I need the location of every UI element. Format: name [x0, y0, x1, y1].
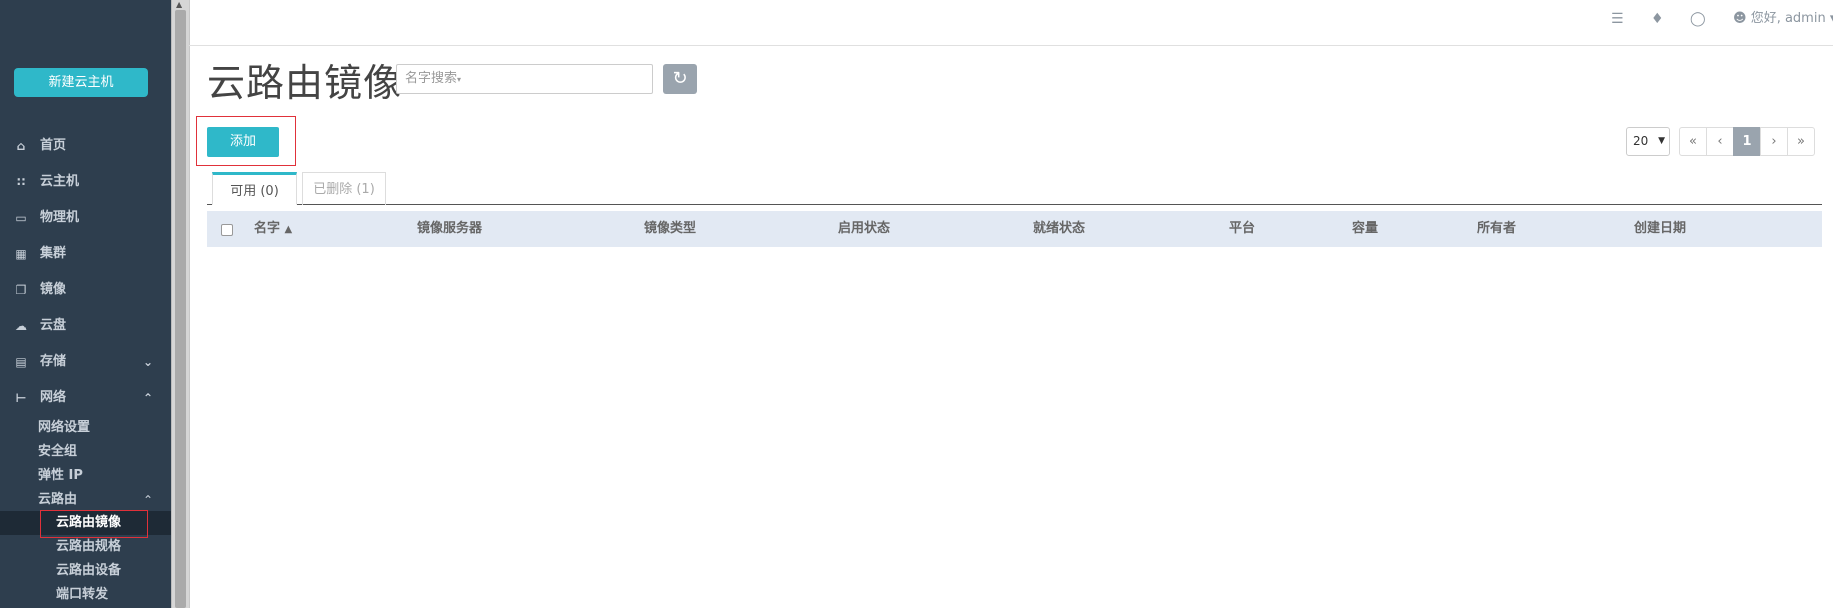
col-image-type[interactable]: 镜像类型: [644, 211, 696, 247]
search-placeholder: 名字搜索: [405, 71, 458, 86]
refresh-icon: ↻: [672, 68, 688, 89]
user-icon: ☻: [1733, 11, 1747, 26]
scrollbar-thumb[interactable]: [175, 10, 186, 608]
sidebar-item-label: 物理机: [40, 210, 80, 225]
sidebar-item-label: 集群: [40, 246, 67, 261]
sidebar-item-home[interactable]: ⌂ 首页: [0, 128, 171, 164]
user-menu[interactable]: ☻ 您好, admin ▾: [1733, 0, 1833, 38]
chevron-up-icon: ⌃: [143, 391, 154, 405]
first-page-button[interactable]: «: [1679, 127, 1707, 156]
list-icon[interactable]: ☰: [1611, 0, 1624, 38]
refresh-button[interactable]: ↻: [663, 64, 697, 94]
page-size-select[interactable]: 20 ▼: [1626, 127, 1670, 156]
sidebar-item-storage[interactable]: ▤ 存储 ⌄: [0, 344, 171, 380]
sort-asc-icon: ▲: [284, 224, 293, 235]
chevron-up-icon: ⌃: [143, 493, 154, 507]
sidebar-subitem-port-forwarding[interactable]: 端口转发: [56, 583, 108, 607]
sidebar: 新建云主机 ⌂ 首页 ∷ 云主机 ▭ 物理机 ▦ 集群 ❐ 镜像 ☁ 云盘 ▤ …: [0, 0, 171, 608]
col-size[interactable]: 容量: [1352, 211, 1378, 247]
sidebar-item-vm[interactable]: ∷ 云主机: [0, 164, 171, 200]
sidebar-item-network[interactable]: ⊢ 网络 ⌃: [0, 380, 171, 416]
col-owner[interactable]: 所有者: [1477, 211, 1516, 247]
hdd-icon: ▤: [15, 355, 27, 369]
sidebar-item-label: 云路由: [38, 492, 78, 507]
col-backup-storage[interactable]: 镜像服务器: [417, 211, 482, 247]
sidebar-subitem-vrouter[interactable]: 云路由: [38, 488, 158, 512]
sidebar-item-volume[interactable]: ☁ 云盘: [0, 308, 171, 344]
sidebar-item-cluster[interactable]: ▦ 集群: [0, 236, 171, 272]
col-name-label: 名字: [254, 221, 281, 236]
sidebar-subitem-vrouter-device[interactable]: 云路由设备: [56, 559, 121, 583]
copy-icon: ❐: [15, 283, 27, 297]
sidebar-item-label: 首页: [40, 138, 67, 153]
tab-available[interactable]: 可用 (0): [212, 172, 297, 205]
new-vm-button[interactable]: 新建云主机: [14, 68, 148, 97]
col-platform[interactable]: 平台: [1229, 211, 1255, 247]
last-page-button[interactable]: »: [1787, 127, 1815, 156]
add-button[interactable]: 添加: [207, 127, 279, 157]
sidebar-item-host[interactable]: ▭ 物理机: [0, 200, 171, 236]
next-page-button[interactable]: ›: [1760, 127, 1788, 156]
page-title: 云路由镜像: [207, 61, 403, 105]
sidebar-subitem-eip[interactable]: 弹性 IP: [38, 464, 83, 488]
page-size-value: 20: [1633, 134, 1649, 148]
col-ready-state[interactable]: 就绪状态: [1033, 211, 1085, 247]
grid-small-icon: ∷: [16, 175, 26, 189]
monitor-icon: ▭: [15, 211, 27, 225]
tab-deleted[interactable]: 已删除 (1): [302, 172, 386, 205]
caret-down-icon: ▾: [457, 75, 462, 84]
sidebar-subitem-network-settings[interactable]: 网络设置: [38, 416, 90, 440]
sidebar-scrollbar[interactable]: ▲: [171, 0, 190, 608]
sidebar-item-label: 云盘: [40, 318, 67, 333]
grid-icon: ▦: [15, 247, 27, 261]
sidebar-subitem-security-group[interactable]: 安全组: [38, 440, 77, 464]
sidebar-subitem-vrouter-offering[interactable]: 云路由规格: [56, 535, 121, 559]
prev-page-button[interactable]: ‹: [1706, 127, 1734, 156]
user-greeting: 您好, admin: [1750, 11, 1826, 26]
search-input[interactable]: 名字搜索▾: [396, 64, 653, 94]
scroll-up-arrow-icon[interactable]: ▲: [176, 0, 182, 9]
sidebar-item-label: 存储: [40, 354, 67, 369]
globe-icon[interactable]: ◯: [1690, 0, 1706, 38]
pagination: « ‹ 1 › »: [1679, 127, 1815, 156]
col-name[interactable]: 名字 ▲: [254, 211, 292, 247]
select-all-checkbox[interactable]: [221, 224, 233, 236]
col-enable-state[interactable]: 启用状态: [838, 211, 890, 247]
tabs-divider: [207, 204, 1822, 205]
table-header: 名字 ▲ 镜像服务器 镜像类型 启用状态 就绪状态 平台 容量 所有者 创建日期: [207, 211, 1822, 247]
sidebar-item-image[interactable]: ❐ 镜像: [0, 272, 171, 308]
bell-icon[interactable]: ♦: [1651, 0, 1664, 38]
sidebar-item-label: 云主机: [40, 174, 80, 189]
sidebar-item-label: 镜像: [40, 282, 67, 297]
network-icon: ⊢: [15, 391, 27, 405]
top-header: [189, 0, 1833, 46]
cloud-icon: ☁: [15, 319, 27, 333]
home-icon: ⌂: [16, 139, 26, 153]
sidebar-item-label: 网络: [40, 390, 67, 405]
caret-down-icon: ▼: [1658, 136, 1665, 146]
chevron-down-icon: ⌄: [143, 355, 154, 369]
col-create-date[interactable]: 创建日期: [1634, 211, 1686, 247]
page-1-button[interactable]: 1: [1733, 127, 1761, 156]
highlight-box: [40, 510, 148, 538]
